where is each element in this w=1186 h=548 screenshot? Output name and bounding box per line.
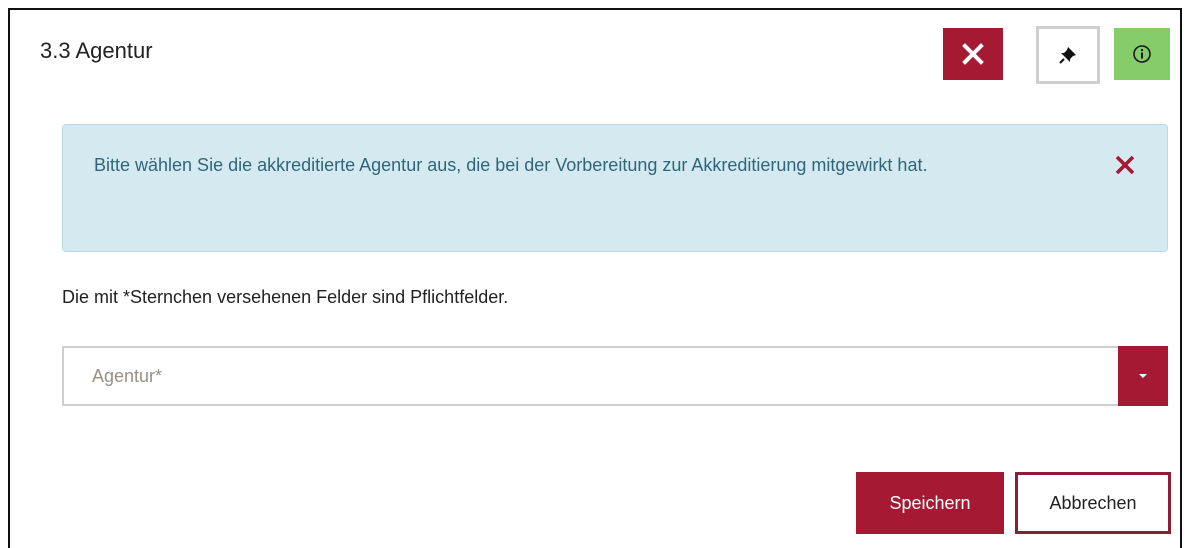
cancel-button[interactable]: Abbrechen bbox=[1015, 472, 1171, 534]
pin-button[interactable] bbox=[1036, 26, 1100, 84]
save-button[interactable]: Speichern bbox=[856, 472, 1004, 534]
dialog-title: 3.3 Agentur bbox=[40, 38, 153, 63]
dialog: 3.3 Agentur Bitte wählen Sie die akkredi… bbox=[8, 8, 1182, 548]
agentur-select-toggle[interactable] bbox=[1118, 346, 1168, 406]
agentur-select[interactable]: Agentur* bbox=[62, 346, 1168, 406]
close-dialog-button[interactable] bbox=[943, 28, 1003, 80]
pin-icon bbox=[1059, 47, 1076, 64]
info-alert: Bitte wählen Sie die akkreditierte Agent… bbox=[62, 124, 1168, 252]
close-icon bbox=[1115, 155, 1135, 175]
required-fields-note: Die mit *Sternchen versehenen Felder sin… bbox=[62, 287, 509, 307]
alert-close-button[interactable] bbox=[1115, 155, 1135, 180]
agentur-select-placeholder: Agentur* bbox=[92, 366, 163, 386]
close-icon bbox=[962, 43, 984, 65]
alert-text: Bitte wählen Sie die akkreditierte Agent… bbox=[94, 155, 928, 175]
info-icon bbox=[1133, 45, 1151, 63]
info-button[interactable] bbox=[1114, 28, 1170, 80]
caret-down-icon bbox=[1139, 374, 1147, 378]
